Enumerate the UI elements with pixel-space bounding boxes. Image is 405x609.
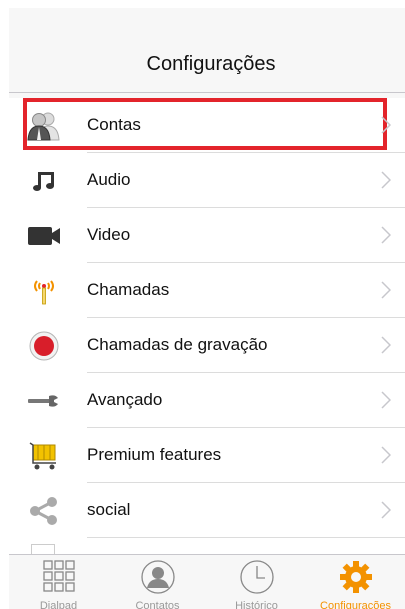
settings-list: Contas Audio Video Chamadas Chamadas de … [9,98,405,548]
chevron-right-icon [381,281,391,299]
chevron-right-icon [381,446,391,464]
settings-item-contas[interactable]: Contas [9,98,405,153]
video-camera-icon [27,221,61,251]
settings-item-label: Avançado [87,390,163,409]
tab-label: Configurações [320,600,391,609]
settings-item-label: Contas [87,115,141,134]
status-bar [9,8,405,36]
settings-item-label: social [87,500,131,519]
tab-label: Contatos [135,600,180,609]
chevron-right-icon [381,171,391,189]
selection-highlight [23,98,387,150]
settings-item-label: Video [87,225,131,244]
tab-historico[interactable]: Histórico [207,555,306,609]
tab-dialpad[interactable]: Dialpad [9,555,108,609]
settings-item-chamadas[interactable]: Chamadas [9,263,405,318]
page-title: Configurações [146,52,276,75]
wrench-icon [27,386,61,416]
settings-item-chamadas-de-gravacao[interactable]: Chamadas de gravação [9,318,405,373]
record-icon [27,331,61,361]
nav-bar: Configurações [9,36,405,93]
music-note-icon [27,166,61,196]
settings-item-label: Premium features [87,445,222,464]
settings-item-label: Chamadas [87,280,170,299]
settings-item-label: Chamadas de gravação [87,335,268,354]
chevron-right-icon [381,501,391,519]
shopping-cart-icon [27,441,61,471]
dialpad-icon [43,560,75,592]
settings-item-label: Audio [87,170,131,189]
settings-item-audio[interactable]: Audio [9,153,405,208]
clock-icon [240,560,274,594]
tab-label: Dialpad [39,600,78,609]
tab-configuracoes[interactable]: Configurações [306,555,405,609]
tab-contatos[interactable]: Contatos [108,555,207,609]
settings-item-avancado[interactable]: Avançado [9,373,405,428]
share-icon [27,496,61,526]
app-screen: Configurações Contas Audio Video Chamada… [9,8,405,609]
chevron-right-icon [381,116,391,134]
settings-item-premium-features[interactable]: Premium features [9,428,405,483]
tab-bar: Dialpad Contatos Histórico Configurações [9,554,405,609]
chevron-right-icon [381,336,391,354]
chevron-right-icon [381,391,391,409]
antenna-icon [27,276,61,306]
tab-label: Histórico [235,600,278,609]
chevron-right-icon [381,226,391,244]
gear-icon [340,561,372,593]
settings-item-social[interactable]: social [9,483,405,538]
contacts-icon [141,560,175,594]
settings-item-video[interactable]: Video [9,208,405,263]
user-accounts-icon [27,111,61,141]
